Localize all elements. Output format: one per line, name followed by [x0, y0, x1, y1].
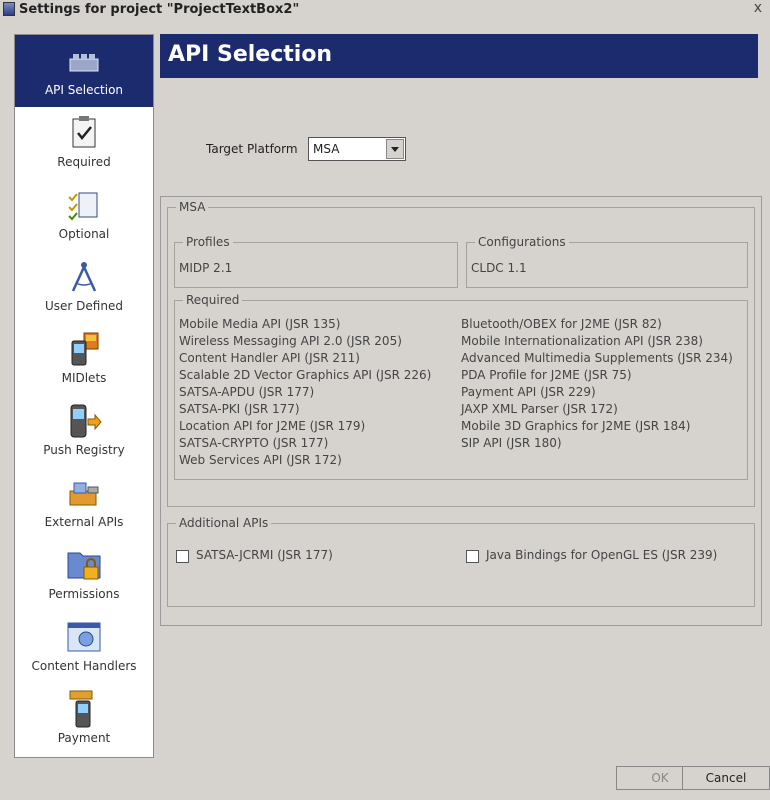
required-api-item: SATSA-CRYPTO (JSR 177) — [179, 436, 329, 450]
required-api-item: SATSA-APDU (JSR 177) — [179, 385, 315, 399]
sidebar-item-label: User Defined — [45, 299, 123, 313]
required-api-item: Web Services API (JSR 172) — [179, 453, 342, 467]
required-api-item: Content Handler API (JSR 211) — [179, 351, 360, 365]
sidebar-item-midlets[interactable]: MIDlets — [15, 323, 153, 395]
profiles-group: Profiles MIDP 2.1 — [174, 235, 458, 288]
app-icon — [3, 2, 15, 16]
package-icon — [69, 482, 99, 506]
sidebar-item-label: MIDlets — [61, 371, 107, 385]
sidebar-item-permissions[interactable]: Permissions — [15, 539, 153, 611]
configurations-legend: Configurations — [475, 235, 569, 249]
folder-lock-icon — [67, 552, 101, 580]
clipboard-check-icon — [72, 116, 96, 148]
configurations-group: Configurations CLDC 1.1 — [466, 235, 748, 288]
target-platform-value: MSA — [313, 142, 340, 156]
required-api-item: SATSA-PKI (JSR 177) — [179, 402, 300, 416]
sidebar-item-api-selection[interactable]: API Selection — [15, 35, 153, 107]
content-handler-icon — [67, 622, 101, 652]
profiles-value: MIDP 2.1 — [179, 261, 233, 275]
sidebar-item-label: Content Handlers — [31, 659, 137, 673]
sidebar-item-label: API Selection — [44, 83, 124, 97]
settings-panel: MSA Profiles MIDP 2.1 Configurations CLD… — [160, 196, 762, 626]
sidebar-item-content-handlers[interactable]: Content Handlers — [15, 611, 153, 683]
sidebar-item-optional[interactable]: Optional — [15, 179, 153, 251]
additional-apis-legend: Additional APIs — [176, 516, 272, 530]
sidebar-item-payment[interactable]: Payment — [15, 683, 153, 755]
sidebar-item-label: Permissions — [48, 587, 120, 601]
bricks-icon — [69, 54, 99, 72]
sidebar-item-label: External APIs — [44, 515, 124, 529]
page-title: API Selection — [160, 34, 758, 78]
required-apis-group: Required Mobile Media API (JSR 135) Wire… — [174, 293, 748, 480]
required-api-item: Mobile Internationalization API (JSR 238… — [461, 334, 703, 348]
msa-legend: MSA — [176, 200, 209, 214]
cancel-button[interactable]: Cancel — [682, 766, 770, 790]
target-platform-label: Target Platform — [206, 142, 298, 156]
required-api-item: Advanced Multimedia Supplements (JSR 234… — [461, 351, 733, 365]
required-api-item: Wireless Messaging API 2.0 (JSR 205) — [179, 334, 402, 348]
phone-payment-icon — [69, 690, 93, 728]
required-api-item: Scalable 2D Vector Graphics API (JSR 226… — [179, 368, 432, 382]
phone-midlet-icon — [71, 332, 99, 366]
target-platform-select[interactable]: MSA — [308, 137, 406, 161]
required-legend: Required — [183, 293, 243, 307]
sidebar-item-external-apis[interactable]: External APIs — [15, 467, 153, 539]
compass-icon — [71, 262, 97, 292]
required-api-item: Mobile 3D Graphics for J2ME (JSR 184) — [461, 419, 691, 433]
required-api-item: Location API for J2ME (JSR 179) — [179, 419, 366, 433]
required-api-item: JAXP XML Parser (JSR 172) — [461, 402, 618, 416]
sidebar-item-required[interactable]: Required — [15, 107, 153, 179]
window-titlebar: Settings for project "ProjectTextBox2" x — [0, 0, 770, 18]
satsa-jcrmi-checkbox[interactable] — [176, 550, 189, 563]
sidebar-item-label: Required — [57, 155, 111, 169]
sidebar-item-label: Push Registry — [43, 443, 125, 457]
category-sidebar: API Selection Required Optional User Def… — [14, 34, 154, 758]
required-api-item: Bluetooth/OBEX for J2ME (JSR 82) — [461, 317, 662, 331]
required-api-item: SIP API (JSR 180) — [461, 436, 562, 450]
profiles-legend: Profiles — [183, 235, 233, 249]
sidebar-item-label: Payment — [57, 731, 111, 745]
chevron-down-icon[interactable] — [386, 139, 404, 159]
msa-group: MSA Profiles MIDP 2.1 Configurations CLD… — [167, 200, 755, 507]
required-api-item: Payment API (JSR 229) — [461, 385, 596, 399]
satsa-jcrmi-label[interactable]: SATSA-JCRMI (JSR 177) — [196, 548, 333, 562]
close-icon[interactable]: x — [754, 0, 762, 16]
checklist-icon — [68, 192, 98, 221]
opengl-es-checkbox[interactable] — [466, 550, 479, 563]
required-api-item: Mobile Media API (JSR 135) — [179, 317, 341, 331]
sidebar-item-user-defined[interactable]: User Defined — [15, 251, 153, 323]
required-api-item: PDA Profile for J2ME (JSR 75) — [461, 368, 632, 382]
window-title: Settings for project "ProjectTextBox2" — [19, 1, 300, 17]
phone-push-icon — [70, 404, 102, 438]
opengl-es-label[interactable]: Java Bindings for OpenGL ES (JSR 239) — [486, 548, 717, 562]
sidebar-item-label: Optional — [58, 227, 110, 241]
configurations-value: CLDC 1.1 — [471, 261, 527, 275]
sidebar-item-push-registry[interactable]: Push Registry — [15, 395, 153, 467]
additional-apis-group: Additional APIs SATSA-JCRMI (JSR 177) Ja… — [167, 516, 755, 607]
